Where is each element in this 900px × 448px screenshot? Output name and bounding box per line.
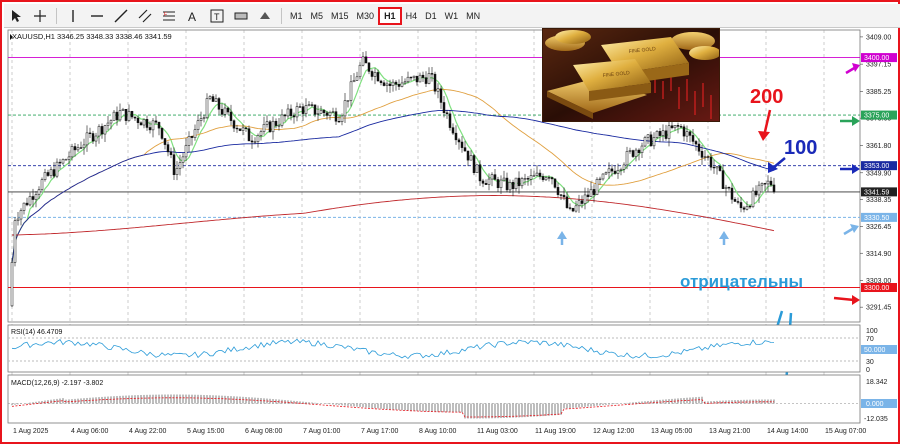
price-tick: 3409.00 (866, 34, 891, 41)
price-level-label: 3400.00 (864, 55, 889, 62)
price-tick: 3397.15 (866, 62, 891, 69)
price-chart[interactable]: 3409.003397.153385.253373.653361.803349.… (4, 28, 900, 444)
rsi-tick-100: 100 (866, 328, 878, 335)
svg-text:F: F (164, 12, 167, 18)
price-axis: 3409.003397.153385.253373.653361.803349.… (860, 34, 891, 312)
cursor-icon[interactable] (6, 6, 26, 26)
timeframe-m1[interactable]: M1 (286, 7, 307, 25)
rsi-tick-30: 30 (866, 359, 874, 366)
toolbar-divider (281, 7, 282, 24)
macd-panel (7, 374, 861, 424)
toolbar-divider (56, 7, 57, 24)
price-level-label: 3300.00 (864, 285, 889, 292)
macd-tick-low: -12.035 (864, 416, 888, 423)
time-label: 6 Aug 08:00 (245, 428, 282, 435)
ma100-annotation: 100 (784, 137, 817, 159)
crosshair-icon[interactable] (30, 6, 50, 26)
timeframe-m30[interactable]: M30 (353, 7, 379, 25)
fibonacci-icon[interactable]: F (159, 6, 179, 26)
vertical-line-icon[interactable] (63, 6, 83, 26)
symbol-info: XAUUSD,H1 3346.25 3348.33 3338.46 3341.5… (12, 32, 172, 41)
time-label: 1 Aug 2025 (13, 428, 49, 435)
time-label: 4 Aug 22:00 (129, 428, 166, 435)
time-label: 8 Aug 10:00 (419, 428, 456, 435)
price-level-label: 3341.59 (864, 189, 889, 196)
toolbar: F A T M1 M5 M15 M30 H1 H4 D1 W1 MN (4, 4, 900, 28)
time-label: 7 Aug 01:00 (303, 428, 340, 435)
timeframe-d1[interactable]: D1 (421, 7, 441, 25)
chart-window[interactable]: 3409.003397.153385.253373.653361.803349.… (4, 28, 900, 444)
ma200-annotation: 200 (750, 86, 783, 108)
trendline-icon[interactable] (111, 6, 131, 26)
rsi-level-value: 50.000 (864, 347, 886, 354)
time-label: 11 Aug 19:00 (535, 428, 576, 435)
time-label: 5 Aug 15:00 (187, 428, 224, 435)
text-label-icon[interactable]: T (207, 6, 227, 26)
time-label: 4 Aug 06:00 (71, 428, 108, 435)
time-label: 12 Aug 12:00 (593, 428, 634, 435)
price-level-label: 3330.50 (864, 215, 889, 222)
rectangle-label-icon[interactable] (231, 6, 251, 26)
gold-bars-image: FINE GOLD FINE GOLD (542, 28, 720, 122)
price-tick: 3361.80 (866, 143, 891, 150)
rsi-label: RSI(14) 46.4709 (11, 329, 62, 336)
time-label: 13 Aug 05:00 (651, 428, 692, 435)
price-level-label: 3375.00 (864, 113, 889, 120)
time-axis: 1 Aug 2025 4 Aug 06:00 4 Aug 22:00 5 Aug 15… (13, 428, 866, 435)
svg-text:A: A (188, 10, 196, 23)
timeframe-mn[interactable]: MN (462, 7, 484, 25)
price-tick: 3326.45 (866, 224, 891, 231)
price-tick: 3349.90 (866, 170, 891, 177)
timeframe-h4[interactable]: H4 (402, 7, 422, 25)
macd-label: MACD(12,26,9) -2.197 -3.802 (11, 380, 103, 387)
time-label: 15 Aug 07:00 (825, 428, 866, 435)
negative-annotation: отрицательны (680, 272, 803, 291)
terminal-window: F A T M1 M5 M15 M30 H1 H4 D1 W1 MN 3409.… (0, 0, 900, 444)
price-tick: 3291.45 (866, 305, 891, 312)
time-label: 11 Aug 03:00 (477, 428, 518, 435)
time-label: 7 Aug 17:00 (361, 428, 398, 435)
timeframe-w1[interactable]: W1 (441, 7, 463, 25)
macd-level-value: 0.000 (866, 401, 884, 408)
horizontal-line-icon[interactable] (87, 6, 107, 26)
price-tick: 3385.25 (866, 89, 891, 96)
time-label: 13 Aug 21:00 (709, 428, 750, 435)
timeframe-m5[interactable]: M5 (307, 7, 328, 25)
timeframe-h1[interactable]: H1 (378, 6, 402, 25)
macd-tick-high: 18.342 (866, 379, 888, 386)
rsi-tick-70: 70 (866, 336, 874, 343)
text-icon[interactable]: A (183, 6, 203, 26)
price-level-label: 3353.00 (864, 163, 889, 170)
timeframe-m15[interactable]: M15 (327, 7, 353, 25)
time-label: 14 Aug 14:00 (767, 428, 808, 435)
price-tick: 3338.35 (866, 197, 891, 204)
equidistant-channel-icon[interactable] (135, 6, 155, 26)
rsi-tick-0: 0 (866, 367, 870, 374)
svg-text:T: T (214, 12, 220, 22)
shapes-icon[interactable] (255, 6, 275, 26)
rsi-panel (7, 324, 861, 373)
price-tick: 3314.90 (866, 251, 891, 258)
